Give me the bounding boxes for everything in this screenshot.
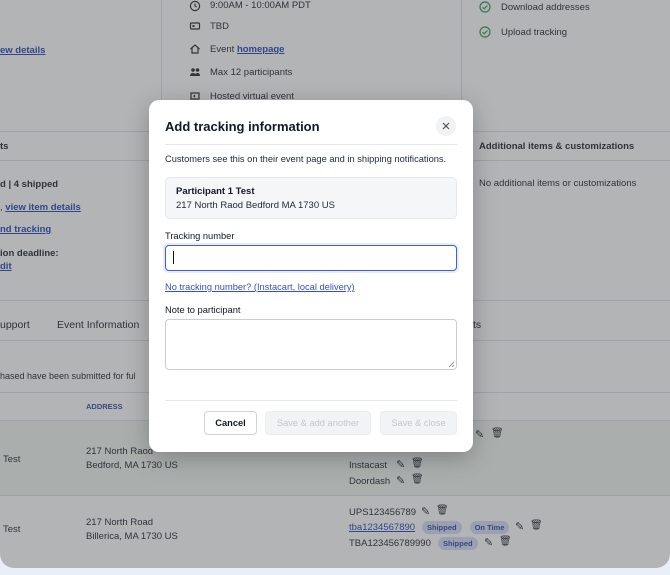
add-tracking-dialog: Add tracking information Customers see t… bbox=[149, 100, 473, 452]
cancel-button[interactable]: Cancel bbox=[204, 411, 257, 435]
participant-name: Participant 1 Test bbox=[176, 186, 255, 197]
resize-handle-icon[interactable] bbox=[447, 360, 455, 368]
tracking-number-label: Tracking number bbox=[165, 231, 235, 241]
dialog-description: Customers see this on their event page a… bbox=[165, 154, 447, 164]
close-icon bbox=[442, 122, 450, 130]
dialog-title: Add tracking information bbox=[165, 119, 320, 134]
dialog-divider bbox=[165, 144, 457, 145]
close-button[interactable] bbox=[436, 116, 456, 136]
dialog-footer-divider bbox=[165, 400, 457, 401]
tracking-number-input[interactable] bbox=[165, 245, 457, 271]
text-cursor bbox=[173, 251, 174, 264]
note-label: Note to participant bbox=[165, 305, 241, 315]
participant-address: 217 North Raod Bedford MA 1730 US bbox=[176, 200, 335, 211]
no-tracking-number-link[interactable]: No tracking number? (Instacart, local de… bbox=[165, 282, 355, 292]
note-textarea[interactable] bbox=[165, 319, 457, 370]
save-and-add-another-button[interactable]: Save & add another bbox=[265, 411, 371, 435]
participant-card: Participant 1 Test 217 North Raod Bedfor… bbox=[165, 177, 457, 219]
save-and-close-button[interactable]: Save & close bbox=[380, 411, 457, 435]
